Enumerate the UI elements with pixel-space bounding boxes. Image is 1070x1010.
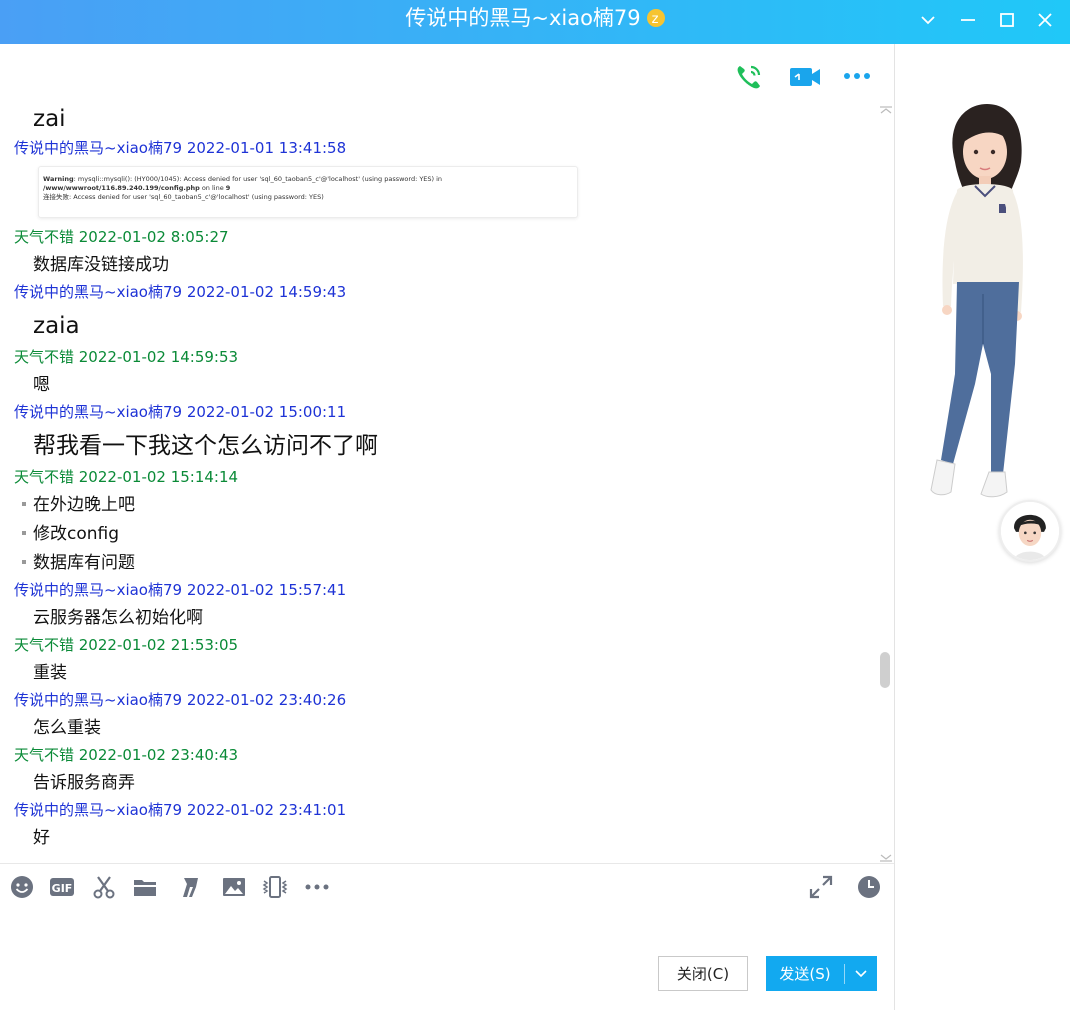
window-title-text: 传说中的黑马~xiao楠79 (405, 6, 641, 30)
minimize-icon[interactable] (954, 6, 982, 34)
music-icon[interactable] (176, 874, 202, 900)
message-header: 传说中的黑马~xiao楠79 2022-01-02 15:57:41 (14, 581, 347, 599)
expand-icon[interactable] (808, 874, 834, 900)
vip-badge-icon (646, 7, 665, 33)
character-show-illustration (930, 104, 1023, 498)
message-header: 传说中的黑马~xiao楠79 2022-01-02 23:40:26 (14, 691, 347, 709)
title-bar: 传说中的黑马~xiao楠79 (0, 0, 1070, 44)
message-list[interactable]: zai 传说中的黑马~xiao楠79 2022-01-01 13:41:58 W… (0, 100, 878, 862)
message-header: 天气不错 2022-01-02 23:40:43 (14, 746, 239, 764)
input-divider (0, 863, 894, 864)
history-clock-icon[interactable] (856, 874, 882, 900)
message-text: zai (33, 106, 66, 132)
close-button[interactable]: 关闭(C) (658, 956, 748, 991)
message-text: 在外边晚上吧 (33, 495, 135, 515)
scroll-down-icon[interactable] (878, 848, 894, 862)
scrollbar-thumb[interactable] (880, 652, 890, 688)
maximize-icon[interactable] (993, 6, 1021, 34)
window-title: 传说中的黑马~xiao楠79 (0, 5, 1070, 33)
more-icon[interactable] (304, 874, 330, 900)
screenshot-line-1: Warning: mysqli::mysqli(): (HY000/1045):… (43, 175, 443, 192)
avatar[interactable] (999, 500, 1061, 562)
phone-call-icon[interactable] (733, 61, 765, 93)
folder-icon[interactable] (132, 874, 158, 900)
message-header: 天气不错 2022-01-02 8:05:27 (14, 228, 229, 246)
message-header: 传说中的黑马~xiao楠79 2022-01-02 15:00:11 (14, 403, 347, 421)
send-options-chevron-down-icon[interactable] (845, 969, 877, 979)
message-text: zaia (33, 313, 80, 339)
message-text: 重装 (33, 663, 67, 683)
message-text: 怎么重装 (33, 718, 101, 738)
gif-icon[interactable]: GIF (49, 874, 75, 900)
screenshot-line-2: 连接失败: Access denied for user 'sql_60_tao… (43, 193, 324, 201)
image-icon[interactable] (221, 874, 247, 900)
bullet-marker (22, 531, 26, 535)
screenshot-image[interactable]: Warning: mysqli::mysqli(): (HY000/1045):… (38, 166, 578, 218)
message-text: 修改config (33, 524, 120, 544)
message-input[interactable] (0, 908, 894, 948)
message-text: 帮我看一下我这个怎么访问不了啊 (33, 433, 378, 459)
message-header: 天气不错 2022-01-02 15:14:14 (14, 468, 239, 486)
emoji-icon[interactable] (9, 874, 35, 900)
bullet-marker (22, 502, 26, 506)
close-button-label: 关闭(C) (676, 965, 730, 983)
message-text: 好 (33, 828, 50, 848)
message-header: 天气不错 2022-01-02 14:59:53 (14, 348, 239, 366)
more-icon[interactable] (843, 68, 873, 84)
send-button-label: 发送(S) (779, 965, 831, 983)
message-text: 数据库没链接成功 (33, 255, 169, 275)
bullet-marker (22, 560, 26, 564)
message-header: 传说中的黑马~xiao楠79 2022-01-02 14:59:43 (14, 283, 347, 301)
message-text: 数据库有问题 (33, 553, 135, 573)
svg-text:GIF: GIF (52, 882, 73, 895)
message-header: 天气不错 2022-01-02 21:53:05 (14, 636, 239, 654)
video-call-icon[interactable] (788, 62, 822, 92)
scroll-up-icon[interactable] (878, 100, 894, 114)
send-button[interactable]: 发送(S) (766, 956, 877, 991)
message-text: 嗯 (33, 375, 50, 395)
scissors-icon[interactable] (91, 874, 117, 900)
message-text: 告诉服务商弄 (33, 773, 135, 793)
message-header: 传说中的黑马~xiao楠79 2022-01-01 13:41:58 (14, 139, 347, 157)
message-text: 云服务器怎么初始化啊 (33, 608, 203, 628)
chevron-down-icon[interactable] (914, 6, 942, 34)
shake-icon[interactable] (262, 874, 288, 900)
close-icon[interactable] (1031, 6, 1059, 34)
message-header: 传说中的黑马~xiao楠79 2022-01-02 23:41:01 (14, 801, 347, 819)
